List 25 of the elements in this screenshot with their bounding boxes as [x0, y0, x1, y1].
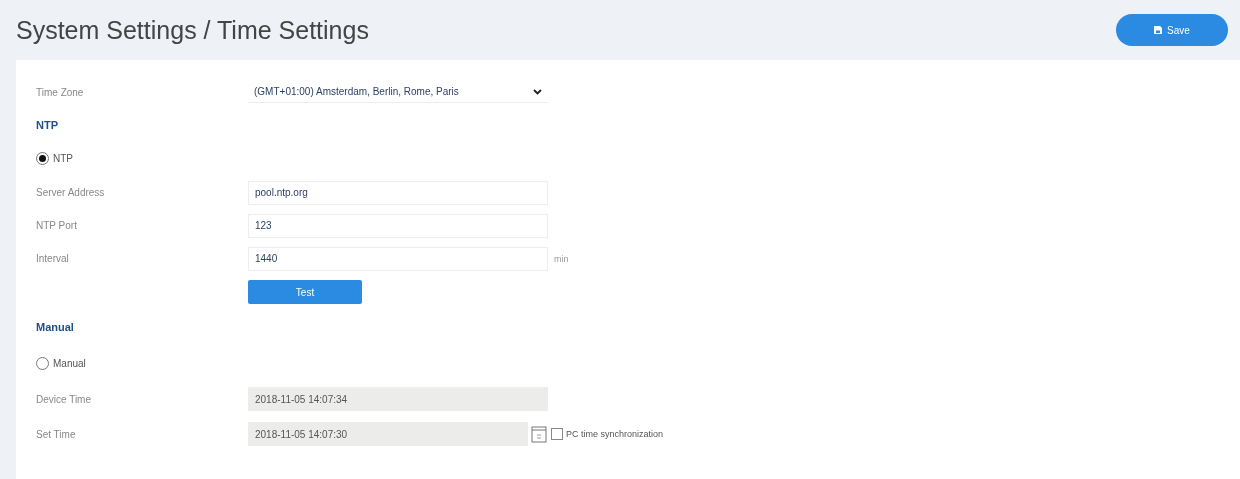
radio-label: NTP: [53, 152, 73, 164]
radio-label: Manual: [53, 357, 86, 369]
input-field[interactable]: 1440: [248, 246, 548, 271]
save-button[interactable]: Save: [1116, 14, 1228, 46]
checkbox-label: PC time synchronization: [566, 429, 664, 439]
save-icon: [1154, 26, 1163, 34]
section-heading: Manual: [36, 321, 74, 333]
section-heading: NTP: [36, 119, 58, 131]
field-label: Set Time: [36, 428, 77, 440]
field-label: Time Zone: [36, 86, 85, 98]
checkbox[interactable]: [551, 428, 563, 440]
input-field[interactable]: pool.ntp.org: [248, 180, 548, 205]
unit-label: min: [554, 253, 569, 264]
input-field[interactable]: 2018-11-05 14:07:34: [248, 387, 548, 411]
calendar-icon[interactable]: [531, 425, 547, 443]
input-field[interactable]: 123: [248, 213, 548, 238]
field-label: Device Time: [36, 393, 92, 405]
input-field[interactable]: 2018-11-05 14:07:30: [248, 422, 528, 446]
time-zone-dropdown[interactable]: (GMT+01:00) Amsterdam, Berlin, Rome, Paris: [248, 81, 548, 103]
page-title: System Settings / Time Settings: [16, 15, 369, 45]
test-button[interactable]: Test: [248, 280, 362, 304]
field-label: NTP Port: [36, 220, 78, 231]
field-label: Interval: [36, 253, 70, 264]
field-label: Server Address: [36, 187, 106, 198]
chevron-down-icon: [533, 88, 542, 95]
